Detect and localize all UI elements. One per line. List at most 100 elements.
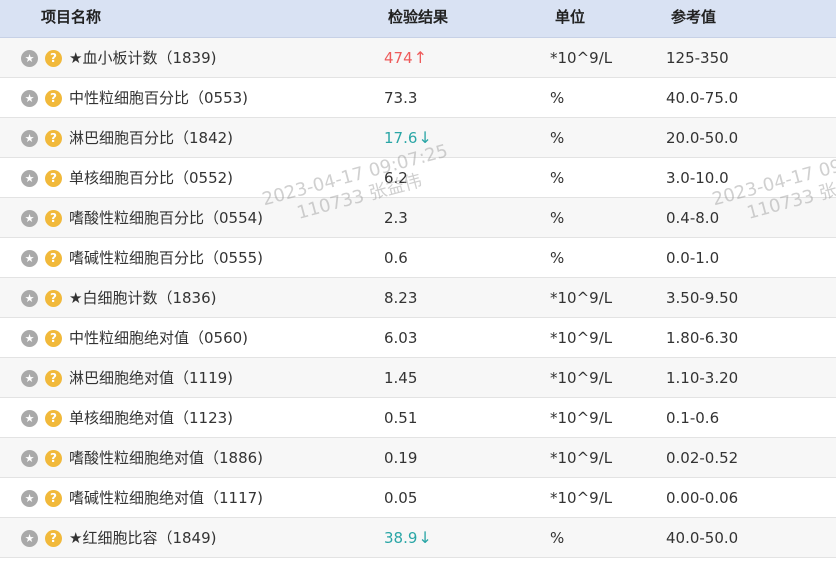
test-result: 8.23	[384, 278, 418, 318]
test-reference: 20.0-50.0	[666, 129, 739, 147]
result-value: 0.6	[384, 249, 408, 267]
test-name: 嗜酸性粒细胞百分比（0554)	[69, 209, 264, 227]
result-value: 6.03	[384, 329, 418, 347]
test-result: 0.19	[384, 438, 418, 478]
question-icon[interactable]: ?	[45, 50, 62, 67]
result-value: 2.3	[384, 209, 408, 227]
column-header-name: 项目名称	[41, 8, 102, 26]
test-result: 6.03	[384, 318, 418, 358]
table-row[interactable]: ★? 淋巴细胞百分比（1842) 17.6↓% 20.0-50.0	[0, 118, 836, 158]
star-icon[interactable]: ★	[21, 530, 38, 547]
result-value: 73.3	[384, 89, 418, 107]
test-name: 单核细胞百分比（0552)	[69, 169, 234, 187]
star-icon[interactable]: ★	[21, 50, 38, 67]
test-name: ★血小板计数（1839)	[69, 49, 217, 67]
question-icon[interactable]: ?	[45, 170, 62, 187]
test-name: 淋巴细胞绝对值（1119)	[69, 369, 234, 387]
result-value: 474	[384, 49, 413, 67]
test-unit: *10^9/L	[550, 49, 613, 67]
arrow-down-icon: ↓	[418, 528, 432, 547]
test-unit: *10^9/L	[550, 369, 613, 387]
test-result: 2.3	[384, 198, 409, 238]
table-row[interactable]: ★? ★白细胞计数（1836) 8.23 *10^9/L 3.50-9.50	[0, 278, 836, 318]
table-row[interactable]: ★? 淋巴细胞绝对值（1119) 1.45 *10^9/L 1.10-3.20	[0, 358, 836, 398]
test-result: 0.6	[384, 238, 409, 278]
test-result: 38.9↓	[384, 518, 432, 558]
star-icon[interactable]: ★	[21, 90, 38, 107]
test-reference: 125-350	[666, 49, 729, 67]
table-row[interactable]: ★? 单核细胞百分比（0552) 6.2% 3.0-10.0	[0, 158, 836, 198]
question-icon[interactable]: ?	[45, 130, 62, 147]
test-unit: *10^9/L	[550, 489, 613, 507]
star-icon[interactable]: ★	[21, 370, 38, 387]
test-unit: %	[550, 529, 565, 547]
test-name: 淋巴细胞百分比（1842)	[69, 129, 234, 147]
table-row[interactable]: ★? 嗜酸性粒细胞百分比（0554) 2.3% 0.4-8.0	[0, 198, 836, 238]
test-result: 6.2	[384, 158, 409, 198]
test-reference: 40.0-50.0	[666, 529, 739, 547]
test-unit: *10^9/L	[550, 409, 613, 427]
test-name: 嗜碱性粒细胞绝对值（1117)	[69, 489, 264, 507]
arrow-up-icon: ↑	[413, 48, 428, 67]
test-name: 中性粒细胞百分比（0553)	[69, 89, 249, 107]
star-icon[interactable]: ★	[21, 130, 38, 147]
question-icon[interactable]: ?	[45, 330, 62, 347]
question-icon[interactable]: ?	[45, 250, 62, 267]
question-icon[interactable]: ?	[45, 90, 62, 107]
test-reference: 0.4-8.0	[666, 209, 720, 227]
test-result: 474↑	[384, 38, 427, 78]
question-icon[interactable]: ?	[45, 530, 62, 547]
table-row[interactable]: ★? ★红细胞比容（1849) 38.9↓% 40.0-50.0	[0, 518, 836, 558]
table-header: 项目名称 检验结果 单位 参考值	[0, 0, 836, 38]
test-unit: %	[550, 89, 565, 107]
test-reference: 40.0-75.0	[666, 89, 739, 107]
question-icon[interactable]: ?	[45, 290, 62, 307]
table-row[interactable]: ★? 中性粒细胞百分比（0553) 73.3% 40.0-75.0	[0, 78, 836, 118]
star-icon[interactable]: ★	[21, 330, 38, 347]
test-reference: 0.1-0.6	[666, 409, 720, 427]
test-unit: %	[550, 129, 565, 147]
table-row[interactable]: ★? 嗜酸性粒细胞绝对值（1886) 0.19 *10^9/L 0.02-0.52	[0, 438, 836, 478]
question-icon[interactable]: ?	[45, 210, 62, 227]
column-header-unit: 单位	[555, 8, 586, 26]
lab-results-table: 项目名称 检验结果 单位 参考值 ★? ★血小板计数（1839) 474↑ *10^9…	[0, 0, 836, 566]
test-result: 73.3	[384, 78, 418, 118]
test-unit: *10^9/L	[550, 449, 613, 467]
result-value: 8.23	[384, 289, 418, 307]
question-icon[interactable]: ?	[45, 410, 62, 427]
test-result: 17.6↓	[384, 118, 432, 158]
test-unit: *10^9/L	[550, 289, 613, 307]
test-result: 1.45	[384, 358, 418, 398]
test-reference: 0.00-0.06	[666, 489, 739, 507]
test-reference: 0.0-1.0	[666, 249, 720, 267]
table-row[interactable]: ★? ★血小板计数（1839) 474↑ *10^9/L 125-350	[0, 38, 836, 78]
table-row[interactable]: ★? 单核细胞绝对值（1123) 0.51 *10^9/L 0.1-0.6	[0, 398, 836, 438]
result-value: 38.9	[384, 529, 418, 547]
column-header-result: 检验结果	[388, 8, 449, 26]
test-name: 单核细胞绝对值（1123)	[69, 409, 234, 427]
result-value: 1.45	[384, 369, 418, 387]
star-icon[interactable]: ★	[21, 410, 38, 427]
question-icon[interactable]: ?	[45, 450, 62, 467]
table-row[interactable]: ★? 嗜碱性粒细胞百分比（0555) 0.6% 0.0-1.0	[0, 238, 836, 278]
test-reference: 1.10-3.20	[666, 369, 739, 387]
question-icon[interactable]: ?	[45, 370, 62, 387]
test-name: ★红细胞比容（1849)	[69, 529, 217, 547]
star-icon[interactable]: ★	[21, 210, 38, 227]
star-icon[interactable]: ★	[21, 290, 38, 307]
test-reference: 3.0-10.0	[666, 169, 729, 187]
test-reference: 3.50-9.50	[666, 289, 739, 307]
arrow-down-icon: ↓	[418, 128, 432, 147]
result-value: 0.19	[384, 449, 418, 467]
question-icon[interactable]: ?	[45, 490, 62, 507]
star-icon[interactable]: ★	[21, 450, 38, 467]
star-icon[interactable]: ★	[21, 170, 38, 187]
star-icon[interactable]: ★	[21, 490, 38, 507]
test-unit: *10^9/L	[550, 329, 613, 347]
table-row[interactable]: ★? 中性粒细胞绝对值（0560) 6.03 *10^9/L 1.80-6.30	[0, 318, 836, 358]
test-unit: %	[550, 169, 565, 187]
result-value: 17.6	[384, 129, 418, 147]
table-row[interactable]: ★? 嗜碱性粒细胞绝对值（1117) 0.05 *10^9/L 0.00-0.06	[0, 478, 836, 518]
star-icon[interactable]: ★	[21, 250, 38, 267]
result-value: 0.05	[384, 489, 418, 507]
